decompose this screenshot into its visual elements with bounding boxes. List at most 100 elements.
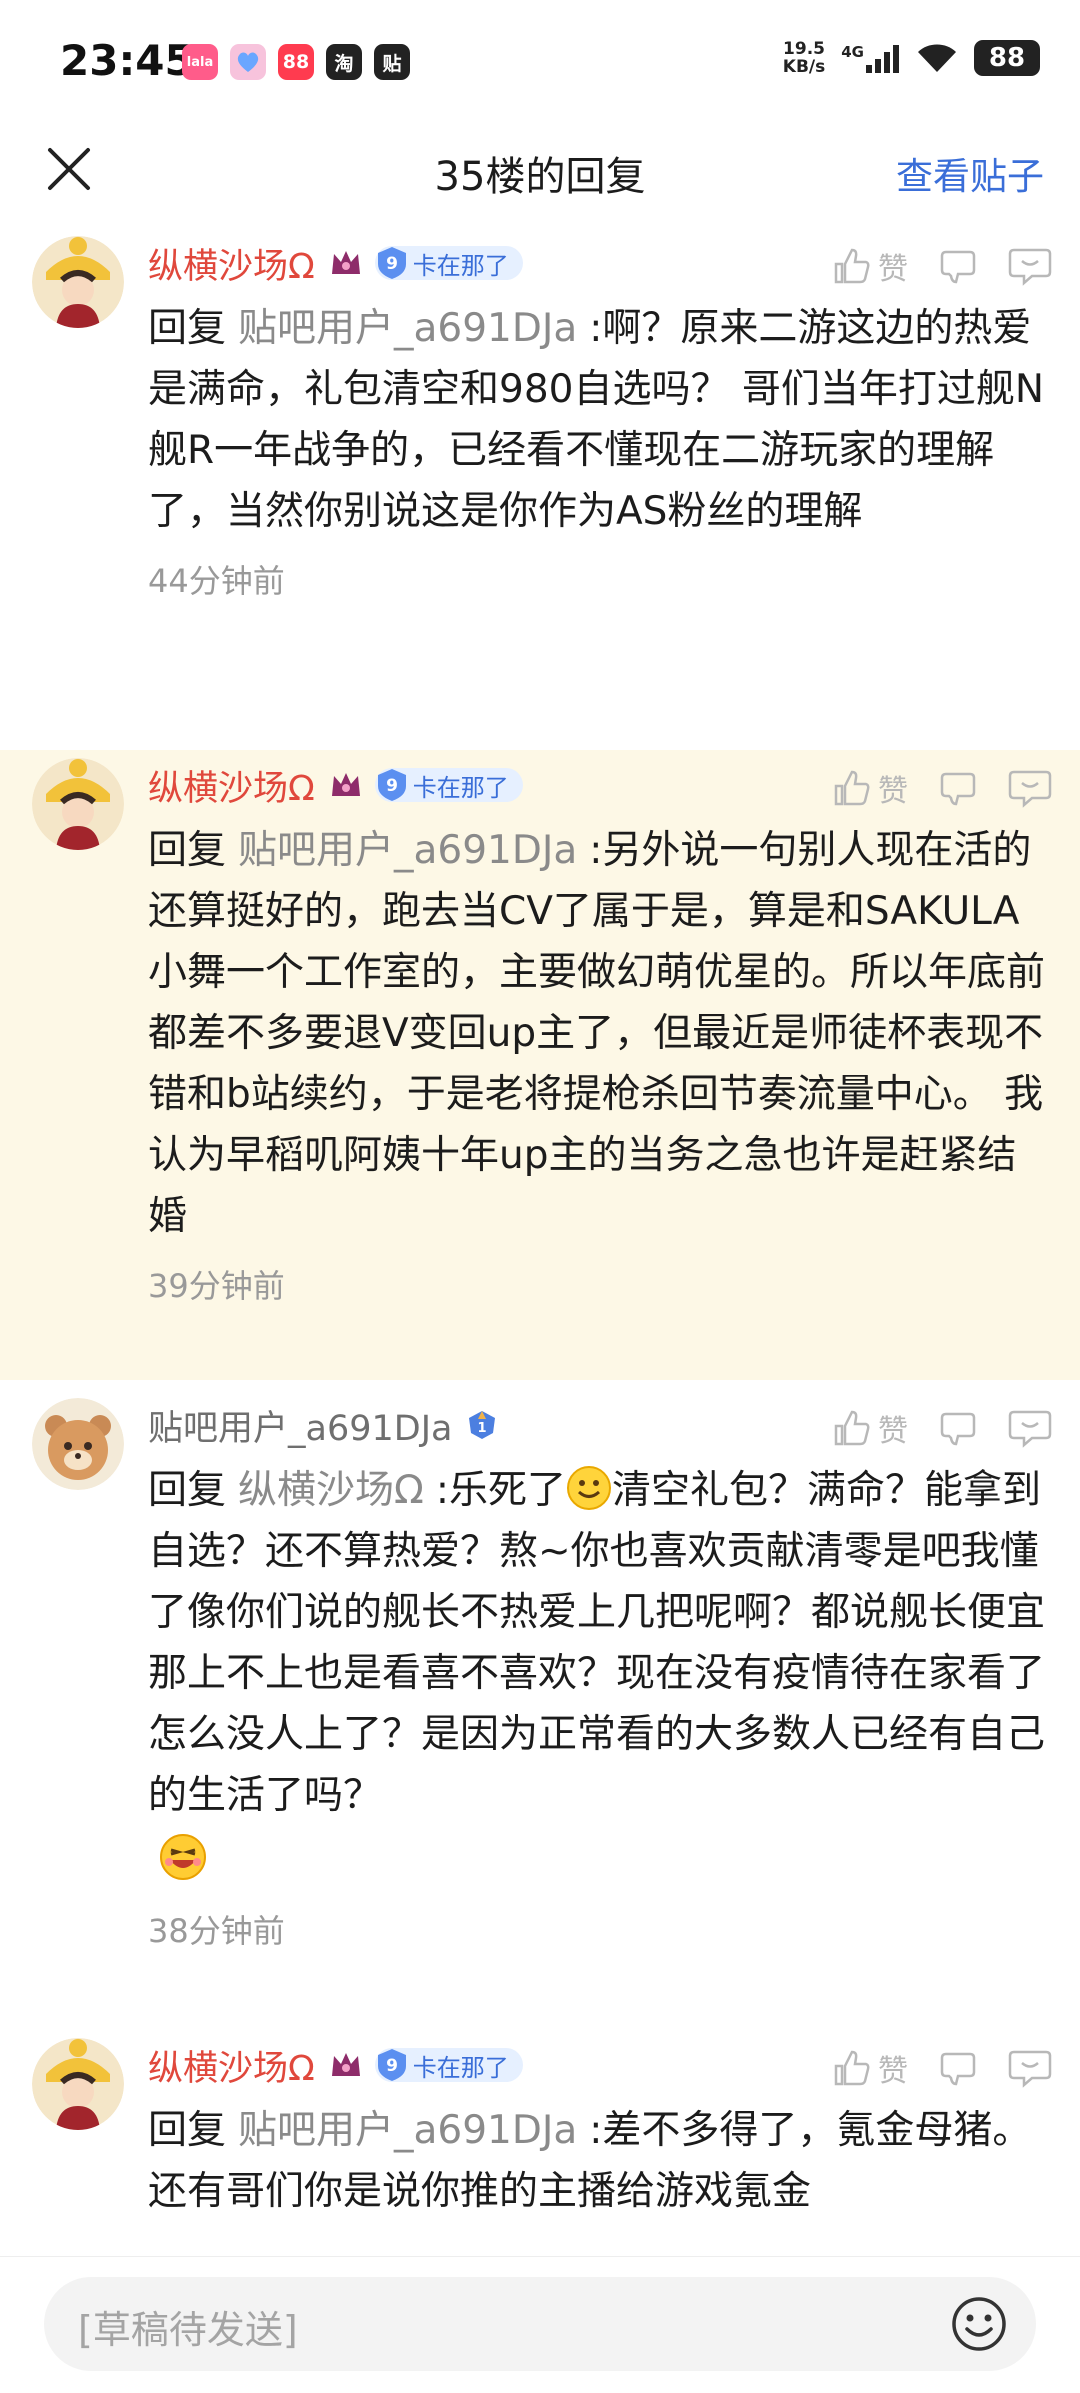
comment-button[interactable]	[1008, 768, 1052, 808]
dislike-button[interactable]	[938, 768, 978, 808]
reply-actions: 赞	[832, 2046, 1052, 2090]
dislike-button[interactable]	[938, 246, 978, 286]
heart-app-icon	[230, 44, 266, 80]
reply-content: 回复 贴吧用户_a691DJa:另外说一句别人现在活的还算挺好的，跑去当CV了属于…	[148, 820, 1052, 1247]
thumb-down-icon	[940, 250, 976, 284]
like-button[interactable]: 赞	[832, 2046, 908, 2090]
level-shield-icon: 9	[377, 247, 406, 279]
thumb-up-icon	[834, 1410, 870, 1446]
crown-level-icon	[331, 773, 360, 796]
tieba-app-icon: 贴	[374, 44, 410, 80]
thumb-up-icon	[834, 770, 870, 806]
svg-text:9: 9	[386, 776, 398, 796]
badge-label: 卡在那了	[412, 2053, 509, 2082]
status-indicators: 19.5 KB/s 4G 88	[783, 40, 1040, 76]
net-speed-unit: KB/s	[782, 57, 826, 77]
avatar[interactable]	[32, 2038, 124, 2130]
comment-button[interactable]	[1008, 246, 1052, 286]
header: 35楼的回复 查看贴子	[0, 128, 1080, 212]
reply-actions: 赞	[832, 1406, 1052, 1450]
reply-prefix: 回复	[148, 306, 227, 351]
taobao-app-icon: 淘	[326, 44, 362, 80]
reply-target-user[interactable]: 贴吧用户_a691DJa	[238, 2108, 577, 2153]
crown-level-icon	[331, 251, 360, 274]
comment-icon	[1008, 770, 1052, 808]
reply-actions: 赞	[832, 244, 1052, 288]
thumb-up-icon	[834, 2050, 870, 2086]
reply-text: :另外说一句别人现在活的还算挺好的，跑去当CV了属于是，算是和SAKULA小舞一…	[148, 828, 1046, 1239]
reply-time: 38分钟前	[148, 1912, 285, 1950]
reply-prefix: 回复	[148, 828, 227, 873]
comment-icon	[1008, 1410, 1052, 1448]
reply-target-user[interactable]: 贴吧用户_a691DJa	[238, 828, 577, 873]
comment-icon	[1008, 248, 1052, 286]
like-button[interactable]: 赞	[832, 766, 908, 810]
status-time: 23:45	[60, 36, 194, 85]
reply-target-user[interactable]: 纵横沙场Ω	[238, 1468, 424, 1513]
thumb-down-icon	[940, 2052, 976, 2086]
user-name[interactable]: 纵横沙场Ω	[148, 2040, 315, 2091]
emoji-picker-icon[interactable]	[950, 2295, 1008, 2353]
reply-list: 纵横沙场Ω 9 卡在那了 赞 回复 贴吧用户_a691DJa:啊？原来二游这边的热…	[0, 228, 1080, 2330]
reply-content: 回复 贴吧用户_a691DJa:差不多得了，氪金母猪。还有哥们你是说你推的主播给游…	[148, 2100, 1052, 2222]
draft-placeholder: [草稿待发送]	[78, 2308, 298, 2352]
avatar[interactable]	[32, 1398, 124, 1490]
like-label: 赞	[878, 2054, 908, 2089]
reply-item: 贴吧用户_a691DJa 1 赞 回复 纵横沙场Ω:乐死了 清空礼包？满命？能拿到自…	[0, 1380, 1080, 2030]
battery-level: 88	[988, 43, 1026, 73]
reply-time: 44分钟前	[148, 562, 285, 600]
battery-icon: 88	[974, 40, 1040, 76]
avatar[interactable]	[32, 758, 124, 850]
user-name[interactable]: 贴吧用户_a691DJa	[148, 1400, 452, 1451]
net-speed: 19.5 KB/s	[783, 40, 825, 76]
status-bar: 23:45 lala 88 淘 贴 19.5 KB/s 4G 88	[0, 0, 1080, 128]
like-button[interactable]: 赞	[832, 244, 908, 288]
member-badge: 9 卡在那了	[374, 768, 523, 802]
thumb-up-icon	[834, 248, 870, 284]
reply-input[interactable]: [草稿待发送]	[44, 2277, 1036, 2371]
reply-text-a: :乐死了	[435, 1468, 566, 1513]
member-badge: 9 卡在那了	[374, 2048, 523, 2082]
user-name[interactable]: 纵横沙场Ω	[148, 238, 315, 289]
thumb-down-icon	[940, 1412, 976, 1446]
network-type: 4G	[841, 43, 864, 61]
level-medal-icon: 1	[469, 1411, 496, 1439]
like-button[interactable]: 赞	[832, 1406, 908, 1450]
dislike-button[interactable]	[938, 2048, 978, 2088]
svg-text:9: 9	[386, 254, 398, 274]
lala-app-icon: lala	[182, 44, 218, 80]
badge-label: 卡在那了	[412, 251, 509, 280]
user-name[interactable]: 纵横沙场Ω	[148, 760, 315, 811]
reply-target-user[interactable]: 贴吧用户_a691DJa	[238, 306, 577, 351]
avatar[interactable]	[32, 236, 124, 328]
thumb-down-icon	[940, 772, 976, 806]
reply-item-highlighted: 纵横沙场Ω 9 卡在那了 赞 回复 贴吧用户_a691DJa:另外说一句别人现在活…	[0, 750, 1080, 1380]
dislike-button[interactable]	[938, 1408, 978, 1448]
wifi-icon	[918, 44, 956, 72]
reply-item: 纵横沙场Ω 9 卡在那了 赞 回复 贴吧用户_a691DJa:啊？原来二游这边的热…	[0, 228, 1080, 750]
smile-emoji-icon	[566, 1466, 611, 1510]
app-88-icon: 88	[278, 44, 314, 80]
bottom-input-bar: [草稿待发送]	[0, 2256, 1080, 2393]
level-shield-icon: 9	[377, 769, 406, 801]
reply-time: 39分钟前	[148, 1267, 285, 1305]
comment-button[interactable]	[1008, 2048, 1052, 2088]
grin-emoji-icon	[160, 1834, 206, 1880]
reply-content: 回复 贴吧用户_a691DJa:啊？原来二游这边的热爱是满命，礼包清空和980自选…	[148, 298, 1052, 542]
reply-prefix: 回复	[148, 2108, 227, 2153]
net-speed-value: 19.5	[783, 39, 825, 59]
notification-icons: lala 88 淘 贴	[182, 44, 410, 80]
reply-text-b: 清空礼包？满命？能拿到自选？还不算热爱？熬~你也喜欢贡献清零是吧我懂了像你们说的…	[148, 1468, 1046, 1818]
reply-prefix: 回复	[148, 1468, 227, 1513]
level-shield-icon: 9	[377, 2049, 406, 2081]
like-label: 赞	[878, 1414, 908, 1449]
view-post-link[interactable]: 查看贴子	[896, 146, 1044, 200]
like-label: 赞	[878, 774, 908, 809]
comment-button[interactable]	[1008, 1408, 1052, 1448]
signal-icon: 4G	[841, 43, 900, 73]
crown-level-icon	[331, 2053, 360, 2076]
svg-text:9: 9	[386, 2056, 398, 2076]
comment-icon	[1008, 2050, 1052, 2088]
svg-text:1: 1	[478, 1421, 487, 1436]
like-label: 赞	[878, 252, 908, 287]
